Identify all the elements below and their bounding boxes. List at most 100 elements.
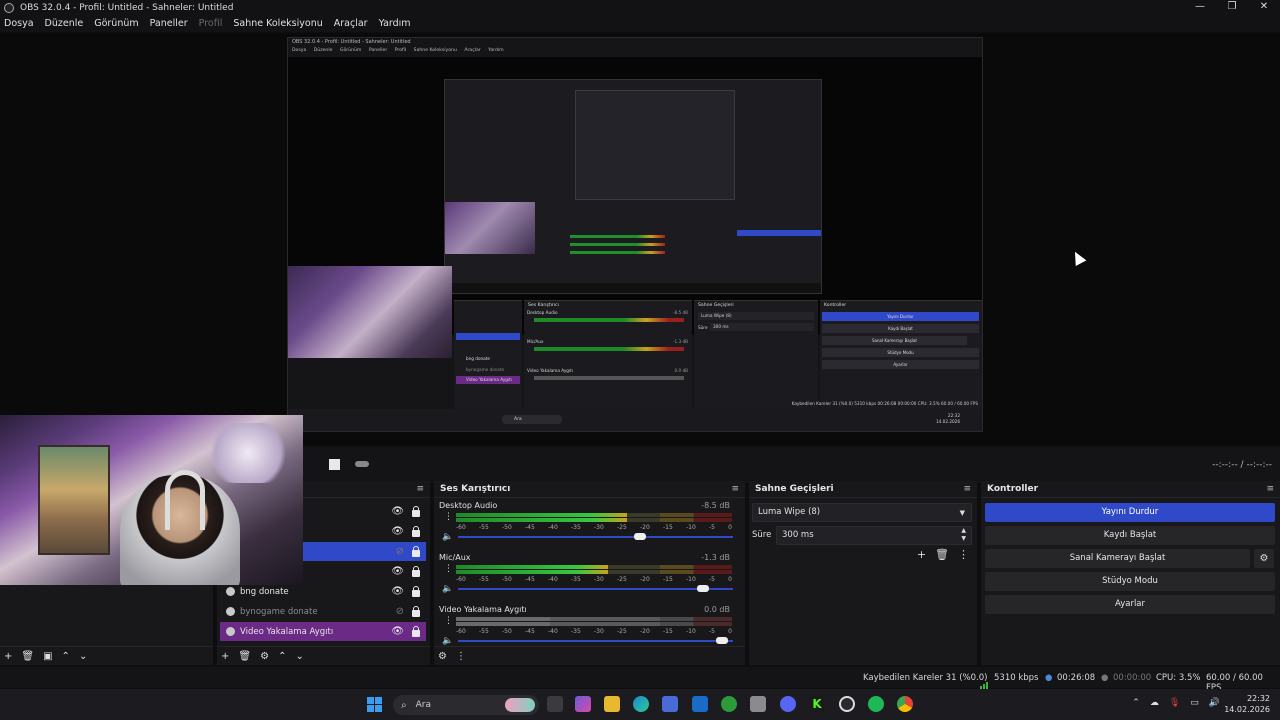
more-options-icon[interactable]: ⋮ bbox=[444, 565, 453, 574]
slider-handle[interactable] bbox=[716, 637, 728, 644]
settings-button[interactable]: Ayarlar bbox=[985, 595, 1275, 614]
speaker-icon[interactable]: 🔈 bbox=[442, 584, 453, 594]
source-row[interactable]: Video Yakalama Aygıtı 👁 bbox=[220, 622, 426, 641]
gear-icon[interactable]: ⚙ bbox=[1254, 549, 1274, 568]
move-up-icon[interactable]: ⌃ bbox=[278, 651, 286, 662]
taskbar-clock[interactable]: 22:32 14.02.2026 bbox=[1224, 693, 1270, 715]
spotify-icon[interactable] bbox=[868, 696, 884, 712]
obs-icon[interactable] bbox=[839, 696, 855, 712]
remove-source-icon[interactable]: 🗑 bbox=[238, 651, 251, 662]
nested-menu-item: Düzenle bbox=[313, 48, 333, 53]
lock-icon[interactable] bbox=[412, 546, 420, 557]
studio-mode-button[interactable]: Stüdyo Modu bbox=[985, 572, 1275, 591]
add-source-icon[interactable]: + bbox=[221, 651, 229, 662]
more-options-icon[interactable]: ⋮ bbox=[456, 651, 466, 662]
outlook-icon[interactable] bbox=[692, 696, 708, 712]
transition-select[interactable]: Luma Wipe (8) ▼ bbox=[752, 503, 972, 522]
slider-handle[interactable] bbox=[634, 533, 646, 540]
spinner-icon[interactable]: ▲ ▼ bbox=[961, 527, 966, 543]
folder-icon[interactable] bbox=[604, 696, 620, 712]
source-properties-icon[interactable]: ⚙ bbox=[260, 651, 269, 662]
eye-hidden-icon[interactable]: ⊘ bbox=[396, 606, 404, 617]
slider-handle[interactable] bbox=[697, 585, 709, 592]
menu-help[interactable]: Yardım bbox=[379, 18, 411, 29]
add-transition-icon[interactable]: + bbox=[917, 548, 926, 561]
stop-icon[interactable] bbox=[329, 459, 340, 470]
more-options-icon[interactable]: ⋮ bbox=[444, 513, 453, 522]
lock-icon[interactable] bbox=[412, 586, 420, 597]
duration-input[interactable]: 300 ms ▲ ▼ bbox=[776, 526, 972, 545]
discord-icon[interactable] bbox=[780, 696, 796, 712]
webcam-overlay bbox=[0, 415, 303, 585]
lock-icon[interactable] bbox=[412, 566, 420, 577]
windows-start-icon[interactable] bbox=[367, 697, 382, 712]
remove-scene-icon[interactable]: 🗑 bbox=[21, 651, 34, 662]
maximize-button[interactable]: ❐ bbox=[1216, 0, 1248, 15]
move-down-icon[interactable]: ⌄ bbox=[295, 651, 303, 662]
task-view-icon[interactable] bbox=[547, 696, 563, 712]
eye-icon[interactable]: 👁 bbox=[391, 526, 404, 537]
dock-menu-icon[interactable]: ≡ bbox=[963, 484, 971, 494]
eye-hidden-icon[interactable]: ⊘ bbox=[396, 546, 404, 557]
nested-taskbar-small bbox=[445, 283, 821, 293]
xbox-icon[interactable] bbox=[721, 696, 737, 712]
lock-icon[interactable] bbox=[412, 506, 420, 517]
scenes-footer: + 🗑 ▣ ⌃ ⌄ bbox=[0, 646, 213, 665]
toggle-icon[interactable] bbox=[355, 461, 369, 467]
stream-icon: ● bbox=[1045, 673, 1053, 683]
lock-icon[interactable] bbox=[412, 626, 420, 637]
dock-menu-icon[interactable]: ≡ bbox=[1266, 484, 1274, 494]
taskbar-search[interactable]: ⌕ Ara bbox=[393, 695, 539, 715]
stop-streaming-button[interactable]: Yayını Durdur bbox=[985, 503, 1275, 522]
more-options-icon[interactable]: ⋮ bbox=[444, 617, 453, 626]
menu-tools[interactable]: Araçlar bbox=[334, 18, 368, 29]
chrome-icon[interactable] bbox=[897, 696, 913, 712]
add-scene-icon[interactable]: + bbox=[4, 651, 12, 662]
start-virtual-camera-button[interactable]: Sanal Kamerayı Başlat bbox=[985, 549, 1250, 568]
volume-meter bbox=[456, 513, 732, 523]
start-recording-button[interactable]: Kaydı Başlat bbox=[985, 526, 1275, 545]
move-up-icon[interactable]: ⌃ bbox=[62, 651, 70, 662]
advanced-audio-icon[interactable]: ⚙ bbox=[438, 651, 447, 662]
eye-icon[interactable]: 👁 bbox=[391, 566, 404, 577]
menu-profile[interactable]: Profil bbox=[199, 18, 223, 29]
menu-scene-collection[interactable]: Sahne Koleksiyonu bbox=[233, 18, 322, 29]
store-icon[interactable] bbox=[662, 696, 678, 712]
menu-edit[interactable]: Düzenle bbox=[45, 18, 84, 29]
copilot-icon[interactable] bbox=[575, 696, 591, 712]
remove-transition-icon[interactable]: 🗑 bbox=[935, 548, 949, 561]
menu-docks[interactable]: Paneller bbox=[150, 18, 188, 29]
eye-icon[interactable]: 👁 bbox=[391, 506, 404, 517]
menu-view[interactable]: Görünüm bbox=[94, 18, 138, 29]
volume-slider[interactable] bbox=[458, 533, 733, 540]
volume-icon[interactable]: 🔊 bbox=[1209, 698, 1220, 708]
edge-icon[interactable] bbox=[633, 696, 649, 712]
menu-file[interactable]: Dosya bbox=[4, 18, 34, 29]
chevron-up-icon[interactable]: ⌃ bbox=[1132, 698, 1140, 708]
monitor-icon[interactable]: ▭ bbox=[1190, 698, 1199, 708]
microphone-icon[interactable]: 🎙 bbox=[1169, 698, 1180, 708]
cloud-icon[interactable]: ☁ bbox=[1150, 698, 1159, 708]
volume-slider[interactable] bbox=[458, 637, 733, 644]
move-down-icon[interactable]: ⌄ bbox=[79, 651, 87, 662]
close-button[interactable]: ✕ bbox=[1248, 0, 1280, 15]
speaker-icon[interactable]: 🔈 bbox=[442, 532, 453, 542]
scale-tick: -30 bbox=[594, 524, 604, 531]
volume-slider[interactable] bbox=[458, 585, 733, 592]
more-options-icon[interactable]: ⋮ bbox=[958, 548, 969, 561]
nested-menu: Dosya Düzenle Görünüm Paneller Profil Sa… bbox=[288, 47, 982, 55]
minimize-button[interactable]: — bbox=[1184, 0, 1216, 15]
eye-icon[interactable]: 👁 bbox=[391, 586, 404, 597]
source-row[interactable]: bynogame donate ⊘ bbox=[220, 602, 426, 621]
dock-menu-icon[interactable]: ≡ bbox=[731, 484, 739, 494]
scene-filter-icon[interactable]: ▣ bbox=[43, 651, 52, 662]
speaker-icon[interactable]: 🔈 bbox=[442, 636, 453, 646]
clock-time: 22:32 bbox=[1246, 694, 1270, 703]
dock-menu-icon[interactable]: ≡ bbox=[416, 484, 424, 494]
scale-tick: -10 bbox=[686, 628, 696, 635]
settings-icon[interactable] bbox=[750, 696, 766, 712]
lock-icon[interactable] bbox=[412, 526, 420, 537]
lock-icon[interactable] bbox=[412, 606, 420, 617]
kick-icon[interactable]: K bbox=[809, 696, 825, 712]
eye-icon[interactable]: 👁 bbox=[391, 626, 404, 637]
